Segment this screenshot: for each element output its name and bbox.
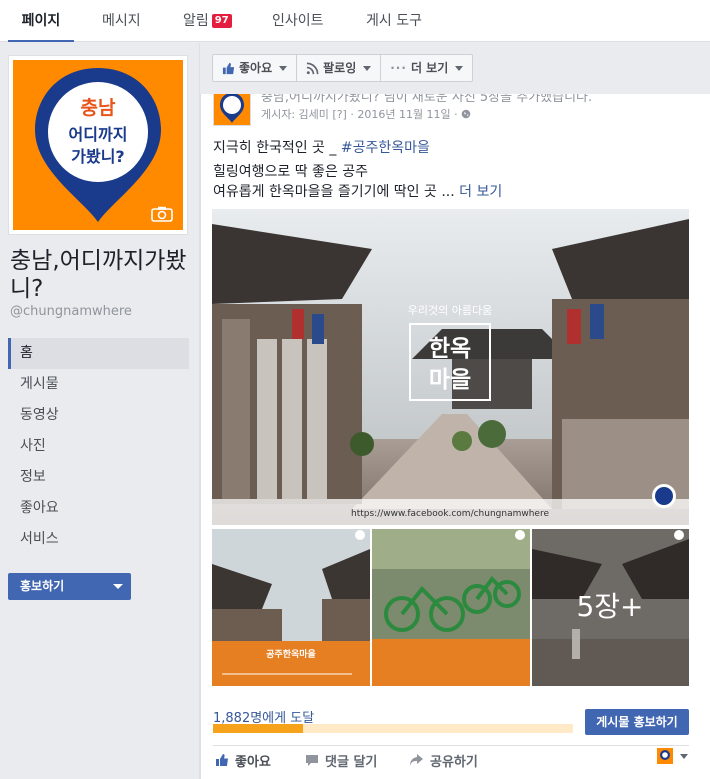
tab-notifications-label: 알림 <box>183 13 209 29</box>
tab-messages[interactable]: 메시지 <box>102 0 141 42</box>
hero-photo[interactable]: 우리것의 아름다움 한옥 마을 https://www.facebook.com… <box>212 209 689 525</box>
tab-publishing-tools-label: 게시 도구 <box>366 13 422 29</box>
globe-icon[interactable] <box>461 109 471 119</box>
post-card: 충남,어디까지가봤니? 님이 새로운 사진 5장을 추가했습니다. 게시자: 김… <box>200 94 710 779</box>
nav-item-about[interactable]: 정보 <box>8 462 189 493</box>
hero-subtitle: 우리것의 아름다움 <box>408 304 492 317</box>
profile-logo: 충남 어디까지 가봤니? <box>13 60 183 230</box>
rss-follow-icon <box>306 62 319 74</box>
reach-progress-fill <box>213 724 303 733</box>
tab-messages-label: 메시지 <box>102 13 141 29</box>
chevron-down-icon <box>455 65 464 71</box>
photo-thumbnail-3[interactable]: 5장+ <box>532 529 689 686</box>
promote-button[interactable]: 홍보하기 <box>8 573 131 600</box>
like-page-button[interactable]: 좋아요 <box>213 55 298 81</box>
chevron-down-icon <box>113 584 123 589</box>
post-share-label: 공유하기 <box>430 754 478 770</box>
profile-picture[interactable]: 충남 어디까지 가봤니? <box>8 55 188 235</box>
post-text-line-1: 지극히 한국적인 곳 _ #공주한옥마을 <box>213 137 430 157</box>
page-handle[interactable]: @chungnamwhere <box>10 304 132 319</box>
hero-title-1: 한옥 <box>429 336 471 362</box>
tab-page[interactable]: 페이지 <box>8 0 74 42</box>
hero-url: https://www.facebook.com/chungnamwhere <box>351 509 549 519</box>
photo-thumbnail-2[interactable] <box>372 529 530 686</box>
tab-publishing-tools[interactable]: 게시 도구 <box>366 0 422 42</box>
svg-text:충남: 충남 <box>81 97 116 119</box>
more-button[interactable]: ··· 더 보기 <box>381 55 472 81</box>
thumbnail-1-image: 공주한옥마을 <box>212 529 370 686</box>
thumbnail-3-image: 5장+ <box>532 529 689 686</box>
post-text-2: 힐링여행으로 딱 좋은 공주 <box>213 164 369 180</box>
hero-title-2: 마을 <box>429 367 471 393</box>
post-meta: 게시자: 김세미 [?] · 2016년 11월 11일 · <box>261 106 471 122</box>
nav-item-home[interactable]: 홈 <box>8 338 189 369</box>
hanok-village-photo: 우리것의 아름다움 한옥 마을 https://www.facebook.com… <box>212 209 689 525</box>
hashtag-link[interactable]: #공주한옥마을 <box>341 140 430 156</box>
see-more-link[interactable]: 더 보기 <box>459 184 502 200</box>
post-share-button[interactable]: 공유하기 <box>409 751 478 770</box>
nav-item-photos[interactable]: 사진 <box>8 431 189 462</box>
thumbs-up-icon <box>216 754 228 766</box>
post-text-1: 지극히 한국적인 곳 _ <box>213 140 341 156</box>
comment-icon <box>306 755 318 766</box>
following-button[interactable]: 팔로잉 <box>297 55 382 81</box>
left-column: 충남 어디까지 가봤니? 충남,어디까지가봤니? @chungnamwhere … <box>0 43 200 779</box>
post-avatar[interactable] <box>213 94 251 126</box>
page-title[interactable]: 충남,어디까지가봤니? <box>10 247 190 303</box>
following-label: 팔로잉 <box>323 61 357 75</box>
promote-button-label: 홍보하기 <box>20 579 65 593</box>
chevron-down-icon <box>363 65 372 71</box>
svg-text:어디까지: 어디까지 <box>69 125 128 144</box>
post-text-body: 힐링여행으로 딱 좋은 공주 여유롭게 한옥마을을 즐기기에 딱인 곳 ... … <box>213 162 502 202</box>
share-arrow-icon <box>410 754 423 766</box>
more-label: 더 보기 <box>410 61 449 75</box>
more-photos-count: 5장+ <box>576 590 643 623</box>
chevron-down-icon <box>279 65 288 71</box>
post-meta-text: 게시자: 김세미 [?] · 2016년 11월 11일 · <box>261 108 458 121</box>
post-like-label: 좋아요 <box>235 754 271 770</box>
left-nav: 홈 게시물 동영상 사진 정보 좋아요 서비스 <box>8 338 189 555</box>
svg-text:가봤니?: 가봤니? <box>71 147 124 166</box>
divider <box>213 745 689 746</box>
ellipsis-icon: ··· <box>390 61 407 75</box>
notification-count-badge: 97 <box>211 14 232 28</box>
tab-insights[interactable]: 인사이트 <box>272 0 324 42</box>
thumbnail-2-image <box>372 529 530 686</box>
nav-item-likes[interactable]: 좋아요 <box>8 493 189 524</box>
thumbs-up-icon <box>222 62 235 74</box>
location-pin-logo: 충남 어디까지 가봤니? <box>35 68 161 222</box>
post-header[interactable]: 충남,어디까지가봤니? 님이 새로운 사진 5장을 추가했습니다. <box>261 94 592 105</box>
post-comment-button[interactable]: 댓글 달기 <box>305 751 378 770</box>
boost-post-button[interactable]: 게시물 홍보하기 <box>585 709 689 735</box>
post-comment-label: 댓글 달기 <box>325 754 378 770</box>
tab-notifications[interactable]: 알림 97 <box>183 0 232 42</box>
tab-page-label: 페이지 <box>21 13 61 29</box>
page-action-bar: 좋아요 팔로잉 ··· 더 보기 <box>212 54 474 82</box>
chevron-down-icon <box>680 753 688 759</box>
tab-insights-label: 인사이트 <box>272 13 324 29</box>
post-as-selector[interactable] <box>657 748 688 764</box>
nav-item-services[interactable]: 서비스 <box>8 524 189 555</box>
post-like-button[interactable]: 좋아요 <box>215 751 271 770</box>
post-text-3: 여유롭게 한옥마을을 즐기기에 딱인 곳 ... <box>213 184 460 200</box>
page-top-tabs: 페이지 메시지 알림 97 인사이트 게시 도구 <box>0 0 710 42</box>
avatar-logo-icon <box>214 94 250 125</box>
page-avatar-icon <box>657 748 673 764</box>
photo-thumbnail-1[interactable]: 공주한옥마을 <box>212 529 370 686</box>
camera-icon[interactable] <box>151 206 173 222</box>
thumbnail-1-caption: 공주한옥마을 <box>266 648 316 660</box>
nav-item-videos[interactable]: 동영상 <box>8 400 189 431</box>
like-page-label: 좋아요 <box>239 61 273 75</box>
nav-item-posts[interactable]: 게시물 <box>8 369 189 400</box>
reach-progress-bar <box>213 724 573 733</box>
